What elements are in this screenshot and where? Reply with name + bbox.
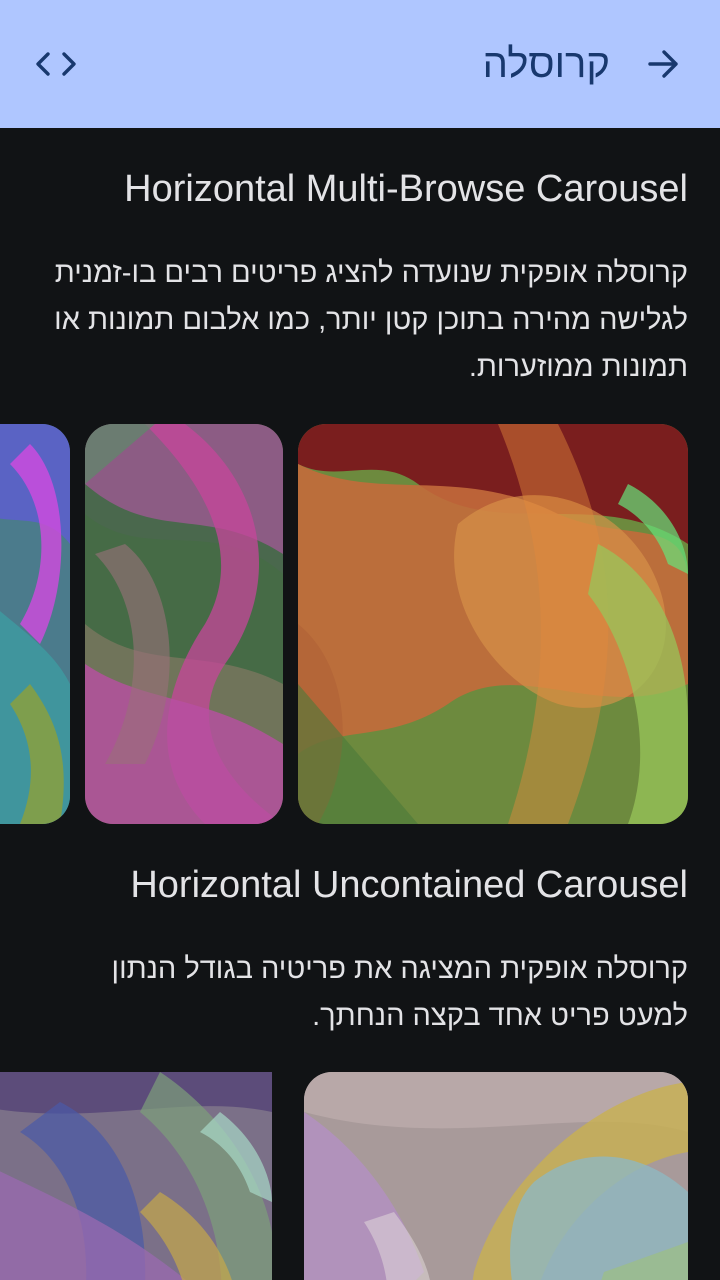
view-code-button[interactable] bbox=[28, 36, 84, 92]
abstract-artwork-image bbox=[298, 424, 688, 824]
abstract-artwork-image bbox=[0, 1072, 272, 1280]
code-icon bbox=[36, 52, 76, 76]
abstract-artwork-image bbox=[0, 424, 70, 824]
section-title-multi-browse: Horizontal Multi-Browse Carousel bbox=[124, 168, 688, 210]
carousel-item[interactable] bbox=[304, 1072, 688, 1280]
page-title: קרוסלה bbox=[482, 42, 610, 86]
carousel-item[interactable] bbox=[298, 424, 688, 824]
top-app-bar: קרוסלה bbox=[0, 0, 720, 128]
carousel-item[interactable] bbox=[0, 1072, 272, 1280]
arrow-right-icon bbox=[648, 50, 678, 78]
carousel-item[interactable] bbox=[85, 424, 283, 824]
abstract-artwork-image bbox=[85, 424, 283, 824]
back-button[interactable] bbox=[636, 36, 692, 92]
section-title-uncontained: Horizontal Uncontained Carousel bbox=[130, 864, 688, 906]
section-description-uncontained: קרוסלה אופקית המציגה את פריטיה בגודל הנת… bbox=[111, 953, 688, 1032]
abstract-artwork-image bbox=[304, 1072, 688, 1280]
app-screen: קרוסלה Horizontal Multi-Browse Carousel … bbox=[0, 0, 720, 1280]
section-description-multi-browse: קרוסלה אופקית שנועדה להציג פריטים רבים ב… bbox=[54, 257, 688, 383]
carousel-item[interactable] bbox=[0, 424, 70, 824]
